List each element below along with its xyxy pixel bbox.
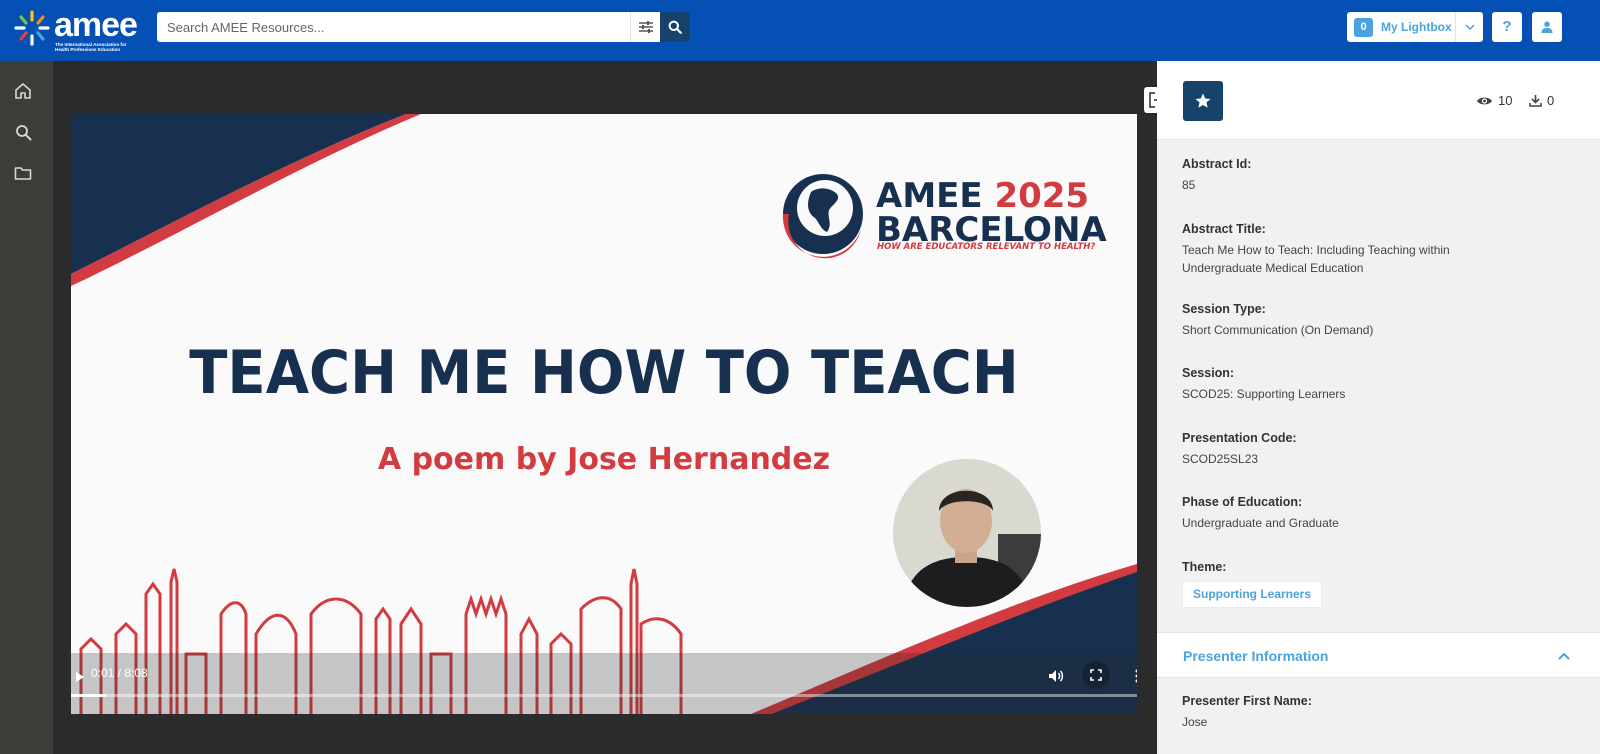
home-icon [15,83,31,99]
lightbox-count-badge: 0 [1354,18,1373,37]
field-value: Jose [1182,715,1208,729]
field-theme: Theme: [1182,559,1226,576]
play-button[interactable] [71,671,89,689]
search-box [157,12,660,42]
field-session-type: Session Type: Short Communication (On De… [1182,301,1562,339]
field-label: Presenter First Name: [1182,694,1312,708]
field-presentation-code: Presentation Code: SCOD25SL23 [1182,430,1562,468]
left-nav-rail [0,61,53,754]
search-icon [15,124,31,140]
eye-icon [1477,97,1492,104]
folder-icon [14,167,32,180]
user-icon [1541,21,1553,33]
amee-burst-icon [14,10,50,46]
video-player[interactable]: AMEE 2025 BARCELONA HOW ARE EDUCATORS RE… [71,114,1137,714]
presenter-image [893,459,1041,607]
search-submit-button[interactable] [660,12,690,42]
video-controls-bar [71,653,1137,714]
field-label: Presentation Code: [1182,431,1297,445]
theme-tag[interactable]: Supporting Learners [1182,581,1323,608]
sliders-icon [638,21,653,33]
search-input[interactable] [157,12,627,42]
nav-home[interactable] [12,80,34,102]
field-label: Abstract Title: [1182,222,1266,236]
nav-search[interactable] [12,121,34,143]
field-value: Short Communication (On Demand) [1182,323,1374,337]
field-label: Session Type: [1182,302,1266,316]
video-progress-track[interactable] [71,694,1137,697]
presenter-camera-feed [893,459,1041,607]
chevron-up-icon [1558,652,1570,660]
details-panel: 10 0 Abstract Id: 85 Abstract Title: Tea… [1157,61,1600,754]
downloads-stat: 0 [1529,93,1554,108]
field-presenter-first-name: Presenter First Name: Jose [1182,693,1562,731]
slide-title: TEACH ME HOW TO TEACH [189,339,1019,408]
volume-button[interactable] [1045,665,1067,687]
presenter-info-section-header[interactable]: Presenter Information [1157,632,1600,678]
slide-brand-tagline: HOW ARE EDUCATORS RELEVANT TO HEALTH? [877,242,1096,252]
lightbox-label: My Lightbox [1381,20,1452,34]
search-icon [668,20,682,34]
fullscreen-button[interactable] [1082,661,1110,689]
field-abstract-id: Abstract Id: 85 [1182,156,1562,194]
amee-logo[interactable]: amee The International Association for H… [12,6,152,54]
field-abstract-title: Abstract Title: Teach Me How to Teach: I… [1182,221,1482,277]
panel-toolbar: 10 0 [1157,61,1600,140]
star-icon [1195,93,1211,108]
field-value: SCOD25SL23 [1182,452,1259,466]
more-options-button[interactable] [1126,665,1137,687]
field-label: Theme: [1182,560,1227,574]
field-value: 85 [1182,178,1196,192]
user-account-button[interactable] [1532,12,1562,42]
views-count: 10 [1498,93,1513,108]
collapse-section-toggle[interactable] [1556,648,1572,664]
field-label: Session: [1182,366,1235,380]
video-progress-fill [71,694,106,697]
section-title: Presenter Information [1183,648,1329,664]
field-value: Teach Me How to Teach: Including Teachin… [1182,243,1450,275]
downloads-count: 0 [1547,93,1555,108]
lightbox-dropdown-toggle[interactable] [1455,12,1483,42]
volume-icon [1049,670,1064,682]
field-session: Session: SCOD25: Supporting Learners [1182,365,1562,403]
video-timecode: 0:01 / 8:08 [91,666,148,680]
field-label: Phase of Education: [1182,495,1303,509]
globe-logo-icon [782,174,863,259]
field-label: Abstract Id: [1182,157,1252,171]
chevron-down-icon [1464,24,1475,30]
kebab-menu-icon [1135,669,1137,683]
fullscreen-icon [1090,669,1102,681]
favorite-button[interactable] [1183,81,1223,121]
top-header: amee The International Association for H… [0,0,1600,61]
play-icon [76,672,84,682]
download-icon [1529,95,1542,107]
field-value: SCOD25: Supporting Learners [1182,387,1346,401]
field-value: Undergraduate and Graduate [1182,516,1339,530]
help-button[interactable]: ? [1492,12,1522,42]
filter-button[interactable] [630,12,660,42]
field-phase-of-education: Phase of Education: Undergraduate and Gr… [1182,494,1562,532]
logo-tagline: The International Association for Health… [55,42,127,52]
my-lightbox-button[interactable]: 0 My Lightbox [1347,12,1483,42]
logo-wordmark: amee [54,6,138,44]
views-stat: 10 [1476,93,1512,108]
nav-folders[interactable] [12,162,34,184]
